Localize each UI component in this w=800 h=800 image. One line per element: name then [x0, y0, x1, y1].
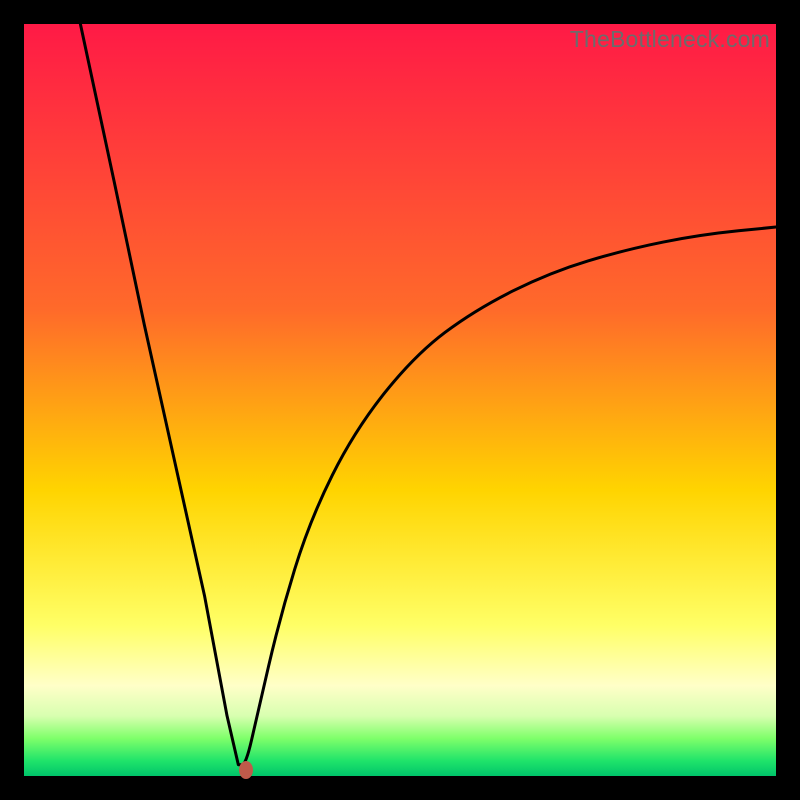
optimal-point-marker — [239, 761, 253, 779]
chart-plot-area — [24, 24, 776, 776]
chart-frame: TheBottleneck.com — [24, 24, 776, 776]
watermark-text: TheBottleneck.com — [570, 26, 770, 53]
